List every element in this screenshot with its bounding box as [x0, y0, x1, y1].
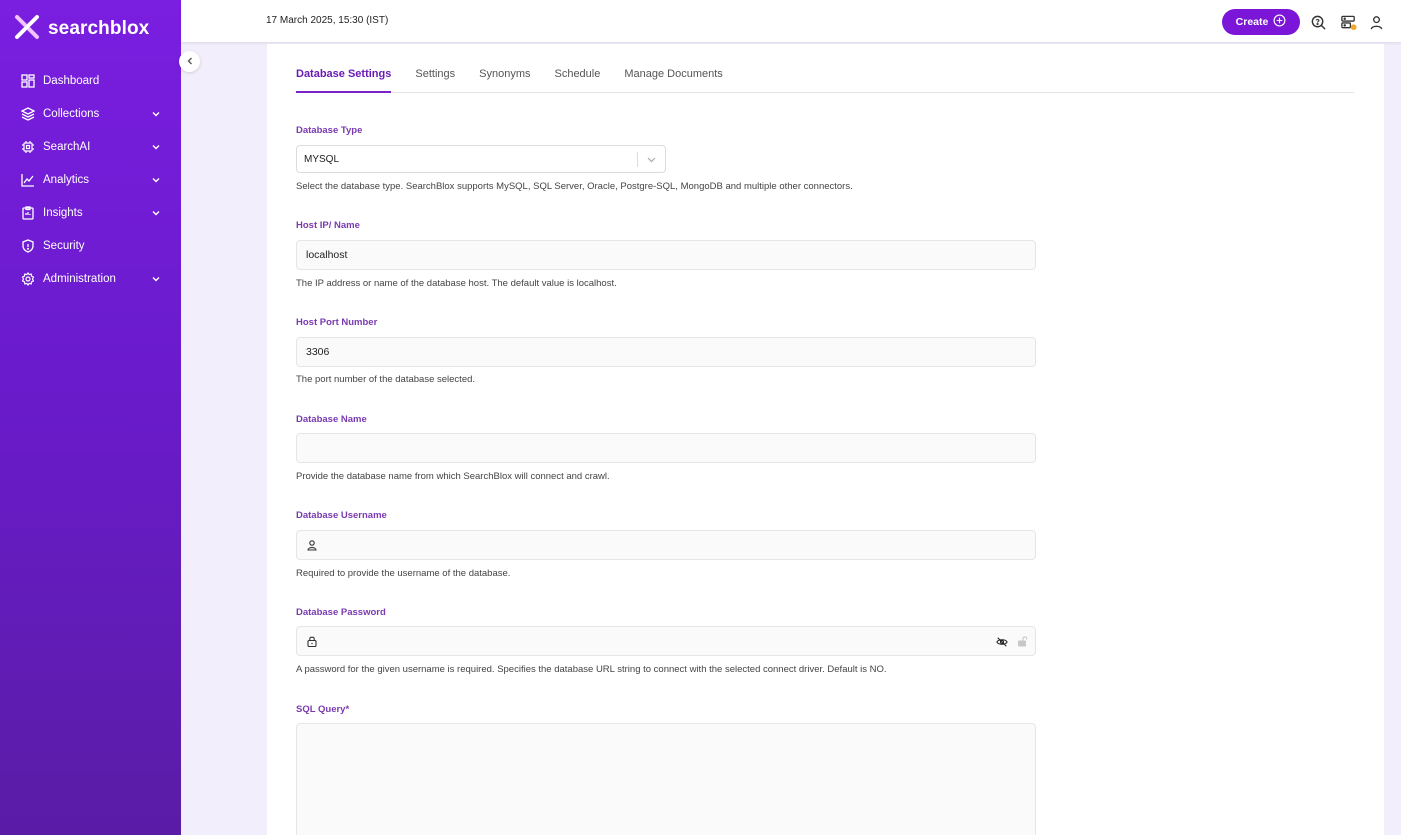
lock-icon [306, 635, 318, 647]
host-value: localhost [306, 249, 348, 261]
current-datetime: 17 March 2025, 15:30 (IST) [266, 15, 389, 26]
database-name-input[interactable] [296, 433, 1036, 463]
tab-settings[interactable]: Settings [415, 66, 455, 93]
password-label: Database Password [296, 607, 386, 618]
database-name-field: Database Name Provide the database name … [296, 414, 1036, 482]
username-field: Database Username Required to provide th… [296, 510, 1036, 579]
sidebar-item-searchai[interactable]: SearchAI [0, 130, 181, 163]
chevron-down-icon[interactable] [151, 208, 161, 218]
collapse-sidebar-button[interactable] [179, 51, 200, 72]
host-input[interactable]: localhost [296, 240, 1036, 270]
sidebar-item-security[interactable]: Security [0, 229, 181, 262]
shield-icon [20, 238, 35, 253]
sql-query-field: SQL Query* [296, 704, 1036, 835]
database-name-label: Database Name [296, 414, 367, 425]
host-help: The IP address or name of the database h… [296, 278, 617, 289]
settings-tabs: Database Settings Settings Synonyms Sche… [296, 66, 1354, 93]
host-field: Host IP/ Name localhost The IP address o… [296, 220, 1036, 289]
password-field: Database Password A password for the giv… [296, 607, 1036, 675]
database-type-label: Database Type [296, 125, 363, 136]
database-type-value: MYSQL [304, 153, 340, 165]
server-status-icon[interactable] [1339, 13, 1357, 31]
searchblox-logo-icon [12, 12, 42, 47]
database-type-field: Database Type MYSQL Select the database … [296, 125, 853, 192]
sidebar-nav: Dashboard Collections SearchAI Analytics [0, 64, 181, 295]
sidebar-item-insights[interactable]: Insights [0, 196, 181, 229]
database-type-select[interactable]: MYSQL [296, 145, 666, 173]
host-label: Host IP/ Name [296, 220, 360, 231]
user-icon [306, 539, 318, 551]
create-button-label: Create [1235, 16, 1269, 28]
tab-synonyms[interactable]: Synonyms [479, 66, 530, 93]
brand-logo[interactable]: searchblox [12, 14, 149, 44]
tab-manage-documents[interactable]: Manage Documents [624, 66, 722, 93]
chevron-down-icon[interactable] [151, 109, 161, 119]
username-label: Database Username [296, 510, 387, 521]
chart-icon [20, 172, 35, 187]
tab-schedule[interactable]: Schedule [554, 66, 600, 93]
sidebar-item-label: Security [43, 239, 85, 252]
username-input[interactable] [296, 530, 1036, 560]
sidebar-item-label: Dashboard [43, 74, 100, 87]
sql-query-label: SQL Query* [296, 704, 350, 715]
create-button[interactable]: Create [1222, 9, 1300, 35]
database-name-help: Provide the database name from which Sea… [296, 471, 610, 482]
layers-icon [20, 106, 35, 121]
sidebar-item-administration[interactable]: Administration [0, 262, 181, 295]
chip-icon [20, 139, 35, 154]
main-content-card: Database Settings Settings Synonyms Sche… [267, 44, 1384, 835]
password-help: A password for the given username is req… [296, 664, 887, 675]
password-input[interactable] [296, 626, 1036, 656]
port-label: Host Port Number [296, 317, 378, 328]
sidebar-item-analytics[interactable]: Analytics [0, 163, 181, 196]
top-header: 17 March 2025, 15:30 (IST) Create [181, 0, 1401, 43]
plus-circle-icon [1273, 14, 1286, 30]
chevron-down-icon[interactable] [151, 175, 161, 185]
sidebar-item-collections[interactable]: Collections [0, 97, 181, 130]
select-divider [637, 152, 638, 167]
search-help-icon[interactable] [1309, 13, 1327, 31]
eye-off-icon[interactable] [995, 635, 1009, 649]
sidebar-item-label: Collections [43, 107, 100, 120]
chevron-down-icon[interactable] [151, 274, 161, 284]
user-profile-icon[interactable] [1367, 13, 1385, 31]
port-input[interactable]: 3306 [296, 337, 1036, 367]
sql-query-textarea[interactable] [296, 723, 1036, 835]
sidebar-item-label: Analytics [43, 173, 90, 186]
username-help: Required to provide the username of the … [296, 568, 511, 579]
sidebar: searchblox Dashboard Collections SearchA… [0, 0, 181, 835]
dashboard-icon [20, 73, 35, 88]
tab-database-settings[interactable]: Database Settings [296, 66, 392, 93]
unlock-icon[interactable] [1016, 635, 1028, 647]
chevron-down-icon[interactable] [646, 154, 657, 165]
sidebar-item-label: SearchAI [43, 140, 91, 153]
sidebar-item-label: Insights [43, 206, 83, 219]
database-type-help: Select the database type. SearchBlox sup… [296, 181, 853, 192]
port-field: Host Port Number 3306 The port number of… [296, 317, 1036, 385]
sidebar-item-label: Administration [43, 272, 116, 285]
chevron-left-icon [185, 53, 195, 71]
gear-icon [20, 271, 35, 286]
sidebar-item-dashboard[interactable]: Dashboard [0, 64, 181, 97]
chevron-down-icon[interactable] [151, 142, 161, 152]
port-value: 3306 [306, 346, 330, 358]
clipboard-icon [20, 205, 35, 220]
brand-name: searchblox [48, 18, 150, 39]
port-help: The port number of the database selected… [296, 374, 476, 385]
